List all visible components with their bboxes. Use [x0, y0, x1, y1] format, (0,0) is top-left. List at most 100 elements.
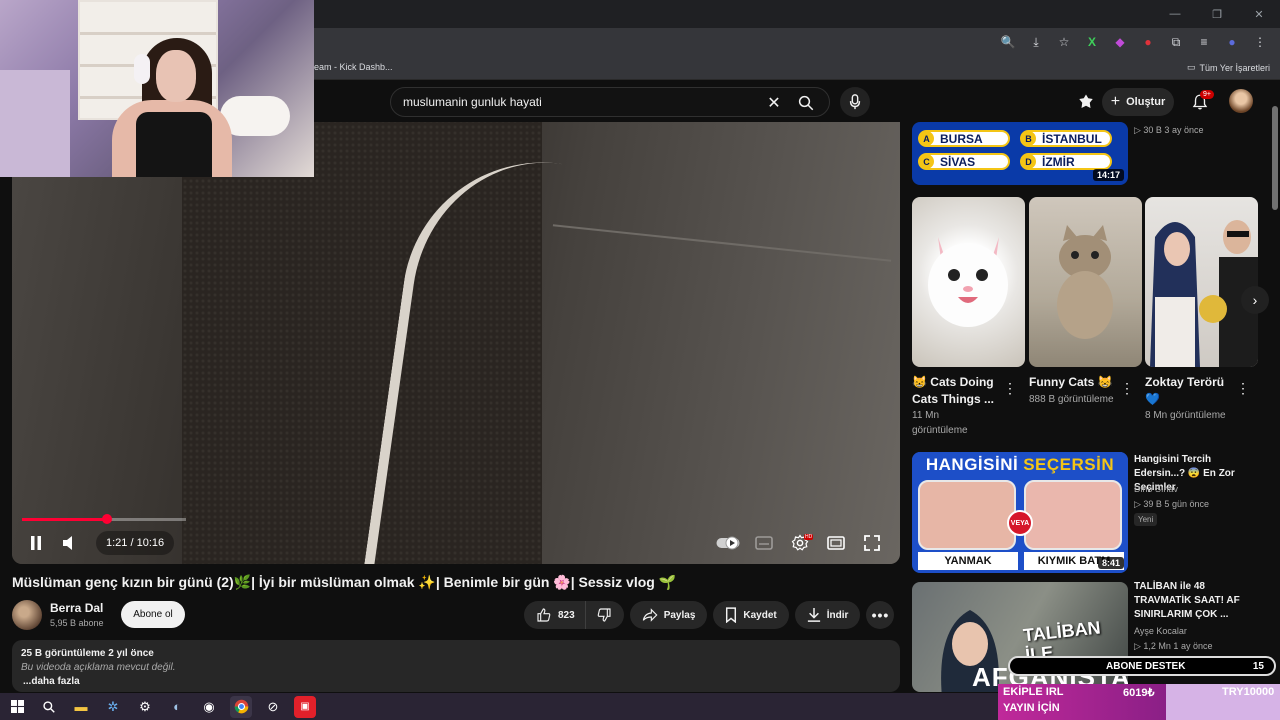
dislike-button[interactable] — [586, 601, 624, 629]
capture-app-icon[interactable]: ⊘ — [262, 696, 284, 718]
quiz-video-meta: ▷ 30 B 3 ay önce — [1134, 125, 1204, 135]
like-dislike-group: 823 — [524, 601, 624, 629]
zoom-icon[interactable]: 🔍 — [996, 30, 1020, 54]
quiz-option-letter: A — [919, 131, 934, 146]
bookmark-all-label: Tüm Yer İşaretleri — [1199, 62, 1270, 73]
video-title: Müslüman genç kızın bir günü (2)🌿| İyi b… — [12, 574, 677, 590]
profile-icon[interactable]: ● — [1220, 30, 1244, 54]
short-views: 11 Mn görüntüleme — [912, 410, 968, 436]
quiz-option-d: D İZMİR — [1020, 153, 1112, 170]
donation-goal-line2: YAYIN İÇİN — [1003, 702, 1060, 714]
extension-x-icon[interactable]: X — [1080, 30, 1104, 54]
choice-video-thumbnail[interactable]: HANGİSİNİ SEÇERSİN YANMAK KIYMIK BATM VE… — [912, 452, 1128, 573]
quiz-option-c: C SİVAS — [918, 153, 1010, 170]
webcam-face — [156, 50, 196, 102]
scrollbar-thumb[interactable] — [1272, 106, 1278, 210]
network-app-icon[interactable]: ✲ — [102, 696, 124, 718]
install-icon[interactable]: ⤓ — [1024, 30, 1048, 54]
quiz-option-b: B İSTANBUL — [1020, 130, 1112, 147]
more-horizontal-icon: ••• — [871, 607, 890, 623]
download-icon — [807, 608, 820, 622]
notification-count-badge: 9+ — [1200, 90, 1214, 99]
progress-scrubber[interactable] — [102, 514, 112, 524]
video-player[interactable]: 1:21 / 10:16 HD — [12, 122, 900, 564]
minimize-icon[interactable]: — — [1154, 0, 1196, 28]
short-thumbnail-zoktay[interactable] — [1145, 197, 1258, 367]
extensions-puzzle-icon[interactable]: ⧉ — [1164, 30, 1188, 54]
short-thumbnail-cat[interactable] — [912, 197, 1025, 367]
window-controls: — ❐ ✕ — [1154, 0, 1280, 28]
voice-search-button[interactable] — [840, 87, 870, 117]
short-title[interactable]: Zoktay Terörü 💙 — [1145, 374, 1237, 408]
donation-amount: 6019₺ — [1123, 687, 1155, 699]
subtitles-icon[interactable] — [750, 530, 778, 556]
clear-search-icon[interactable]: ✕ — [763, 92, 785, 114]
obs-icon[interactable]: ◉ — [198, 696, 220, 718]
browser-menu-icon[interactable]: ⋮ — [1248, 30, 1272, 54]
like-button[interactable]: 823 — [524, 601, 586, 629]
search-input[interactable] — [403, 92, 753, 112]
shorts-next-button[interactable]: › — [1241, 286, 1269, 314]
short-menu-icon[interactable]: ⋮ — [1120, 378, 1134, 398]
subscribe-button[interactable]: Abone ol — [121, 601, 185, 628]
subscriber-goal-label: ABONE DESTEK — [1106, 660, 1186, 672]
bookmark-icon — [726, 607, 737, 623]
extension-purple-icon[interactable]: ◆ — [1108, 30, 1132, 54]
volume-icon[interactable] — [56, 530, 84, 556]
subscriber-goal-bar: ABONE DESTEK 15 — [1008, 656, 1276, 676]
bookmark-kick-dashboard[interactable]: eam - Kick Dashb... — [314, 62, 393, 72]
autoplay-toggle-icon[interactable] — [714, 530, 742, 556]
webcam-top — [136, 112, 212, 177]
bookmark-star-icon[interactable]: ☆ — [1052, 30, 1076, 54]
quiz-video-thumbnail[interactable]: A BURSA B İSTANBUL C SİVAS D İZMİR 14:17 — [912, 122, 1128, 185]
theater-mode-icon[interactable] — [822, 530, 850, 556]
choice-video-channel[interactable]: Dino Sınav — [1134, 484, 1178, 494]
video-actions: 823 Paylaş Kaydet İndir ••• — [524, 601, 895, 629]
more-actions-button[interactable]: ••• — [866, 601, 895, 629]
pause-icon[interactable] — [22, 530, 50, 556]
restore-icon[interactable]: ❐ — [1196, 0, 1238, 28]
streamlabs-icon[interactable]: ▣ — [294, 695, 316, 718]
taliban-video-title[interactable]: TALİBAN ile 48 TRAVMATİK SAAT! AF SINIRL… — [1134, 580, 1262, 622]
download-button[interactable]: İndir — [794, 601, 861, 629]
save-button[interactable]: Kaydet — [713, 601, 789, 629]
windows-start-icon[interactable] — [6, 696, 28, 718]
settings-icon[interactable]: ⚙ — [134, 696, 156, 718]
search-icon[interactable] — [793, 90, 819, 116]
banner-text-a: HANGİSİNİ — [925, 455, 1019, 474]
fullscreen-icon[interactable] — [858, 530, 886, 556]
studio-icon[interactable] — [1073, 89, 1099, 115]
bookmark-all[interactable]: ▭ Tüm Yer İşaretleri — [1187, 62, 1270, 73]
chrome-icon[interactable] — [230, 695, 252, 718]
subscriber-goal-count: 15 — [1252, 660, 1264, 672]
video-duration: 14:17 — [1092, 169, 1124, 181]
description-box[interactable]: 25 B görüntüleme 2 yıl önce Bu videoda a… — [12, 640, 900, 692]
create-button[interactable]: + Oluştur — [1102, 88, 1174, 116]
quiz-option-text: BURSA — [940, 131, 983, 146]
settings-gear-icon[interactable]: HD — [786, 530, 814, 556]
quiz-option-letter: D — [1021, 154, 1036, 169]
splinter-image — [1024, 480, 1122, 550]
file-explorer-icon[interactable]: ▬ — [70, 696, 92, 718]
taskbar: ▬ ✲ ⚙ ◐ ◉ ⊘ ▣ — [0, 693, 998, 720]
short-title[interactable]: Funny Cats 😸 — [1029, 374, 1121, 391]
cat-icon — [1057, 225, 1113, 339]
create-label: Oluştur — [1126, 96, 1166, 108]
close-icon[interactable]: ✕ — [1238, 0, 1280, 28]
media-control-icon[interactable]: ≡ — [1192, 30, 1216, 54]
taliban-video-channel[interactable]: Ayşe Kocalar — [1134, 626, 1187, 636]
short-title[interactable]: 😸 Cats Doing Cats Things ... — [912, 374, 1004, 408]
show-more-link[interactable]: ...daha fazla — [23, 676, 891, 687]
share-button[interactable]: Paylaş — [629, 601, 708, 629]
channel-name[interactable]: Berra Dal — [50, 601, 103, 615]
thumbnail-banner: HANGİSİNİ SEÇERSİN — [912, 452, 1128, 478]
channel-avatar[interactable] — [12, 600, 42, 630]
account-avatar[interactable] — [1229, 89, 1253, 113]
steam-icon[interactable]: ◐ — [166, 696, 188, 718]
taskbar-search-icon[interactable] — [38, 696, 60, 718]
like-count: 823 — [558, 609, 575, 621]
short-menu-icon[interactable]: ⋮ — [1003, 378, 1017, 398]
short-thumbnail-funny-cat[interactable] — [1029, 197, 1142, 367]
extension-red-icon[interactable]: ● — [1136, 30, 1160, 54]
short-menu-icon[interactable]: ⋮ — [1236, 378, 1250, 398]
